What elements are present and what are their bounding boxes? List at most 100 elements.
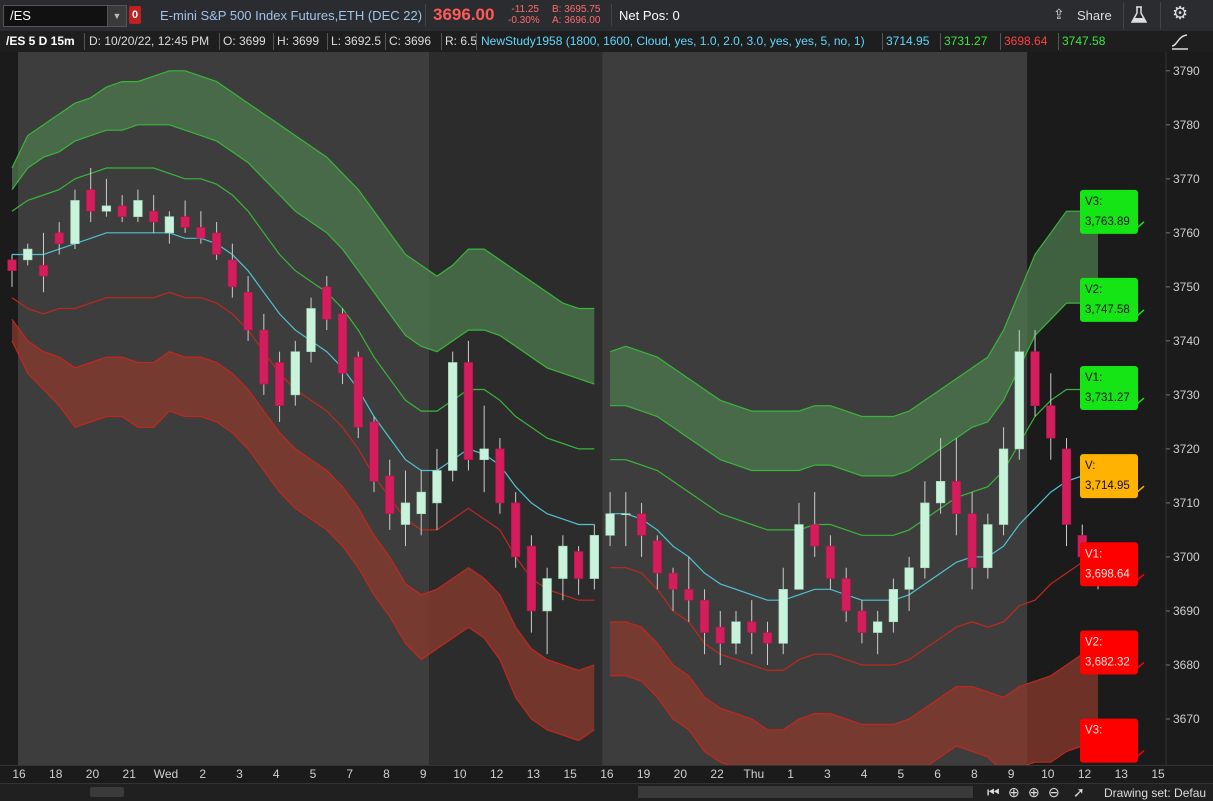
candle-body bbox=[196, 227, 206, 239]
zoom-out-icon[interactable]: ⊖ bbox=[1048, 784, 1060, 801]
bar-close: C: 3696 bbox=[389, 34, 432, 48]
candle-body bbox=[495, 448, 505, 504]
level-label-value: 3,763.89 bbox=[1085, 216, 1130, 228]
time-tick-label: 15 bbox=[1151, 767, 1165, 781]
time-tick-label: 5 bbox=[897, 767, 904, 781]
time-tick-label: 10 bbox=[1041, 767, 1055, 781]
candle-body bbox=[432, 470, 442, 504]
candle-body bbox=[259, 329, 269, 385]
candle-body bbox=[699, 599, 710, 633]
divider bbox=[1160, 2, 1161, 29]
price-tick-label: 3690 bbox=[1173, 604, 1200, 618]
level-label-name: V3: bbox=[1085, 196, 1102, 208]
time-tick-label: 9 bbox=[1008, 767, 1015, 781]
candle-body bbox=[684, 589, 694, 601]
candle-body bbox=[589, 535, 599, 579]
flask-icon[interactable] bbox=[1131, 6, 1147, 24]
candle-body bbox=[23, 248, 33, 261]
toolbar: /ES ▼ 0 E-mini S&P 500 Index Futures,ETH… bbox=[0, 0, 1213, 32]
price-tick-label: 3700 bbox=[1173, 550, 1200, 564]
time-tick-label: 20 bbox=[674, 767, 688, 781]
candle-body bbox=[180, 216, 190, 228]
candle-body bbox=[762, 632, 773, 644]
candle-body bbox=[1030, 351, 1040, 406]
price-tick-label: 3740 bbox=[1173, 334, 1200, 348]
level-label-name: V1: bbox=[1085, 372, 1102, 384]
share-label: Share bbox=[1077, 8, 1112, 23]
time-tick-label: 2 bbox=[199, 767, 206, 781]
price-tick-label: 3670 bbox=[1173, 712, 1200, 726]
time-tick-label: 3 bbox=[824, 767, 831, 781]
level-label-value: 3,747.58 bbox=[1085, 304, 1130, 316]
price-tick-label: 3770 bbox=[1173, 172, 1200, 186]
percent-change: -0.30% bbox=[508, 15, 540, 26]
candle-body bbox=[385, 475, 395, 515]
candle-body bbox=[416, 491, 426, 515]
chart-scrollbar[interactable] bbox=[638, 786, 973, 798]
candle-body bbox=[164, 216, 175, 234]
symbol-period[interactable]: /ES 5 D 15m bbox=[6, 34, 75, 48]
candle-body bbox=[998, 448, 1009, 525]
gear-icon[interactable]: ⚙ bbox=[1172, 3, 1188, 24]
candle-body bbox=[904, 567, 914, 590]
candle-body bbox=[857, 610, 867, 633]
divider bbox=[84, 33, 85, 50]
candle-body bbox=[951, 481, 961, 515]
price-change: -11.25 -0.30% bbox=[508, 4, 540, 26]
candle-body bbox=[337, 313, 348, 374]
divider bbox=[882, 33, 883, 50]
symbol-selector[interactable]: /ES ▼ bbox=[3, 5, 127, 27]
resize-handle[interactable] bbox=[90, 787, 124, 797]
time-tick-label: 15 bbox=[563, 767, 577, 781]
candle-body bbox=[101, 205, 112, 212]
bid-price: B: 3695.75 bbox=[552, 4, 601, 15]
price-tick-label: 3680 bbox=[1173, 658, 1200, 672]
time-tick-label: 18 bbox=[49, 767, 63, 781]
time-tick-label: 22 bbox=[710, 767, 724, 781]
bar-range: R: 6.5 bbox=[445, 34, 478, 48]
ask-price: A: 3696.00 bbox=[552, 15, 601, 26]
candle-body bbox=[54, 232, 64, 244]
study-name[interactable]: NewStudy1958 (1800, 1600, Cloud, yes, 1.… bbox=[481, 34, 865, 48]
share-button[interactable]: ⇪ Share bbox=[1045, 4, 1121, 26]
candle-body bbox=[983, 524, 993, 569]
candle-body bbox=[558, 545, 568, 579]
time-tick-label: 7 bbox=[346, 767, 353, 781]
divider bbox=[219, 33, 220, 50]
candle-body bbox=[747, 621, 757, 633]
candle-body bbox=[920, 502, 930, 569]
alert-badge[interactable]: 0 bbox=[129, 6, 141, 24]
candle-body bbox=[778, 589, 788, 644]
cursor-icon[interactable]: ➚ bbox=[1073, 784, 1085, 801]
candle-body bbox=[810, 524, 820, 547]
candle-body bbox=[243, 291, 253, 331]
drawing-set[interactable]: Drawing set: Defau bbox=[1104, 786, 1206, 800]
zoom-in-icon[interactable]: ⊕ bbox=[1028, 784, 1040, 801]
symbol-input[interactable]: /ES bbox=[10, 8, 31, 23]
candle-body bbox=[652, 540, 662, 574]
level-label-name: V3: bbox=[1085, 725, 1102, 737]
candle-body bbox=[526, 545, 537, 612]
price-chart[interactable]: 3790 3780 3770 3760 3750 3740 3730 3720 3710 3700… bbox=[0, 52, 1213, 765]
candle-body bbox=[1061, 448, 1072, 525]
candle-body bbox=[731, 621, 741, 644]
time-tick-label: 8 bbox=[971, 767, 978, 781]
level-label-name: V: bbox=[1085, 460, 1095, 472]
candle-body bbox=[1014, 351, 1024, 450]
dropdown-arrow-icon[interactable]: ▼ bbox=[107, 6, 126, 26]
instrument-description: E-mini S&P 500 Index Futures,ETH (DEC 22… bbox=[160, 8, 423, 23]
pan-icon[interactable]: ⊕ bbox=[1008, 784, 1020, 801]
study-value-upper: 3731.27 bbox=[944, 34, 988, 48]
candle-body bbox=[794, 524, 804, 590]
level-label-name: V1: bbox=[1085, 548, 1102, 560]
time-axis[interactable]: 16 18 20 21 Wed 2 3 4 5 7 8 9 10 12 13 15 16 19 20 22 Thu 1 3 4… bbox=[0, 765, 1213, 784]
candle-body bbox=[290, 351, 300, 396]
candle-body bbox=[369, 421, 379, 482]
candle-body bbox=[715, 626, 725, 644]
divider bbox=[1000, 33, 1001, 50]
skip-back-icon[interactable]: ⏮ bbox=[987, 784, 1000, 801]
chart-info-bar: /ES 5 D 15m D: 10/20/22, 12:45 PM O: 369… bbox=[0, 31, 1213, 53]
collapse-chart-icon[interactable] bbox=[1170, 31, 1190, 51]
candle-body bbox=[1046, 405, 1056, 439]
price-tick-label: 3730 bbox=[1173, 388, 1200, 402]
